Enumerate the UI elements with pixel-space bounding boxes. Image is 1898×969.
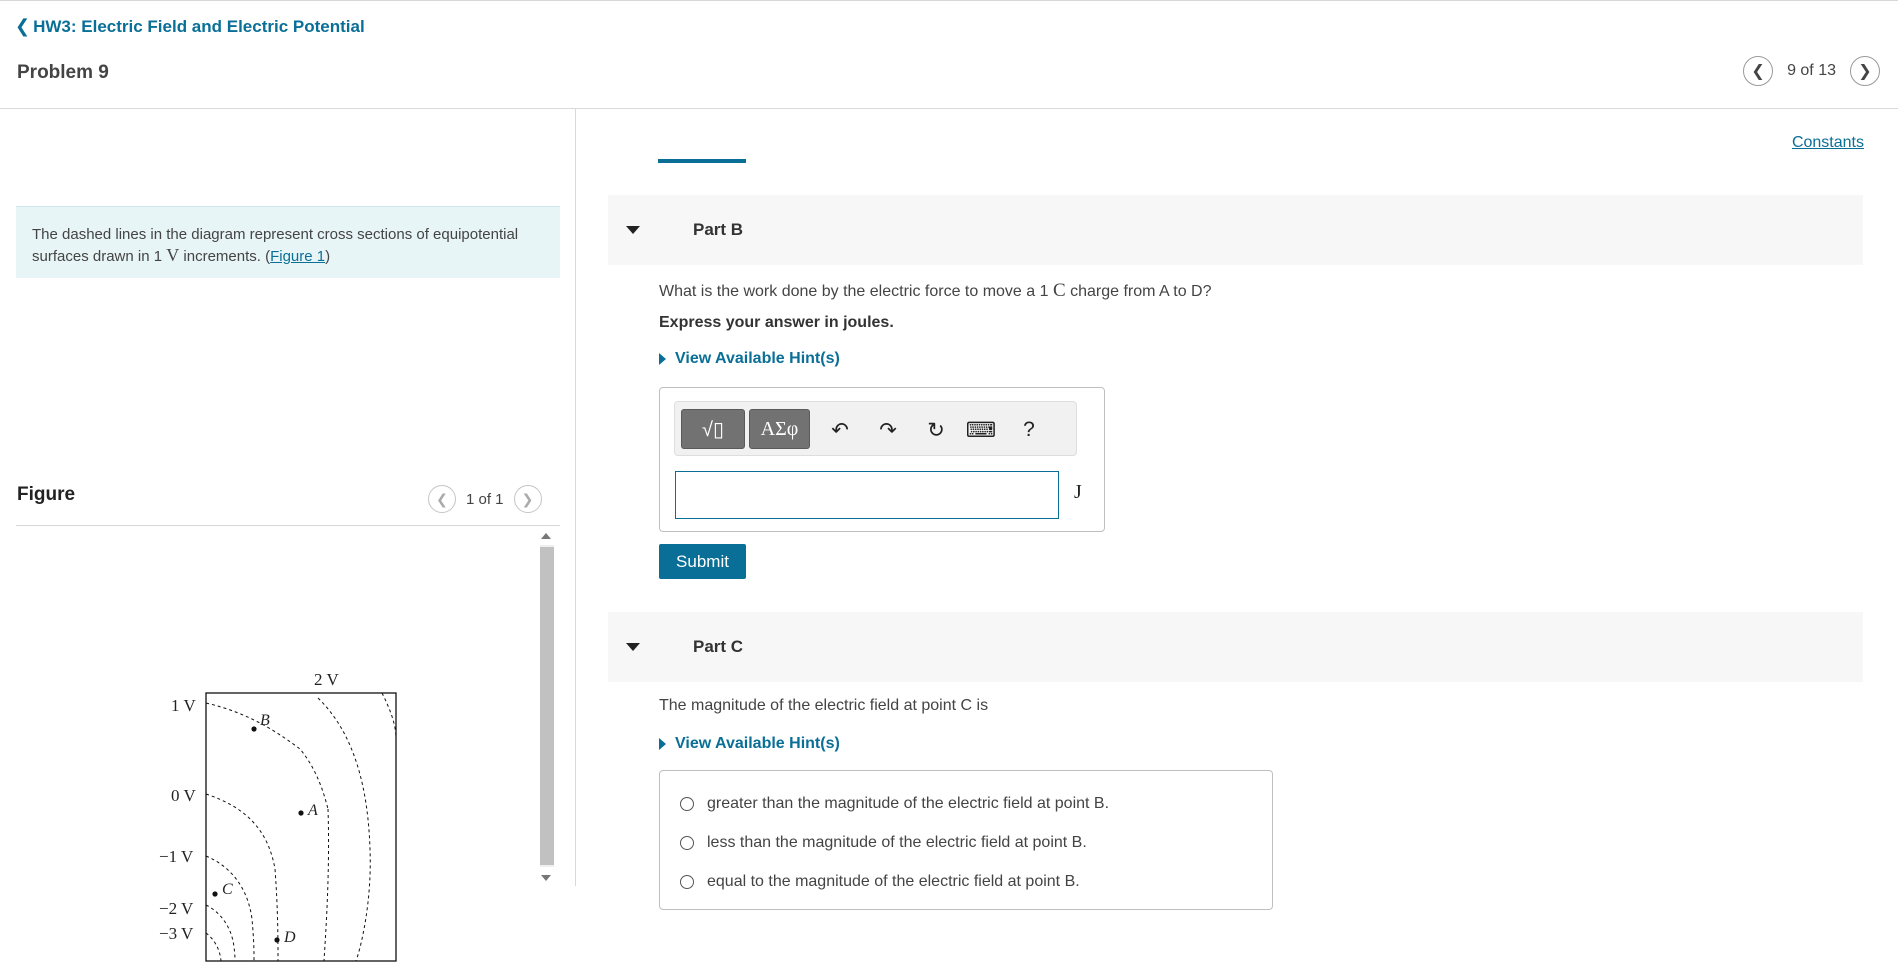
label-0v: 0 V — [171, 786, 196, 805]
point-b — [251, 726, 257, 732]
intro-text-end: increments. ( — [179, 248, 271, 265]
hint-label: View Available Hint(s) — [675, 350, 840, 367]
choice-label: equal to the magnitude of the electric f… — [707, 873, 1080, 890]
chevron-left-icon: ❮ — [436, 490, 448, 507]
previous-problem-button[interactable]: ❮ — [1743, 56, 1774, 86]
figure-divider — [16, 525, 560, 526]
radio-button[interactable] — [680, 797, 694, 811]
redo-icon[interactable]: ↷ — [874, 416, 902, 444]
label-minus2v: −2 V — [159, 899, 194, 918]
square-root-icon: √▯ — [702, 418, 724, 441]
radio-button[interactable] — [680, 836, 694, 850]
chevron-left-icon: ❮ — [1751, 63, 1765, 80]
choice-equal[interactable]: equal to the magnitude of the electric f… — [680, 873, 1080, 891]
templates-button[interactable]: √▯ — [681, 409, 745, 449]
part-progress-indicator — [658, 159, 746, 163]
equipotential-line-0v — [205, 793, 279, 962]
page-header: ❮ HW3: Electric Field and Electric Poten… — [0, 1, 1898, 109]
submit-button[interactable]: Submit — [659, 544, 746, 579]
chevron-left-icon: ❮ — [15, 16, 31, 36]
answer-entry-box: √▯ ΑΣφ ↶ ↷ ↻ ⌨ ? J — [659, 387, 1105, 532]
reset-icon[interactable]: ↻ — [922, 416, 950, 444]
choice-less[interactable]: less than the magnitude of the electric … — [680, 834, 1087, 852]
diagram-frame — [205, 692, 397, 962]
collapse-triangle-icon[interactable] — [626, 643, 640, 651]
figure-scrollbar[interactable] — [538, 529, 556, 885]
previous-figure-button[interactable]: ❮ — [428, 485, 456, 513]
equipotential-line-minus2v — [205, 904, 236, 962]
part-b-header[interactable]: Part B — [608, 195, 1863, 265]
next-problem-button[interactable]: ❯ — [1850, 56, 1880, 86]
equipotential-line-minus3v — [205, 932, 222, 962]
radio-button[interactable] — [680, 875, 694, 889]
keyboard-icon[interactable]: ⌨ — [966, 416, 996, 444]
problem-pager: ❮ 9 of 13 ❯ — [1743, 56, 1880, 86]
figure-link[interactable]: Figure 1 — [270, 248, 325, 265]
equipotential-line-minus1v — [205, 855, 255, 962]
equipotential-line-2v — [317, 697, 371, 962]
choice-label: greater than the magnitude of the electr… — [707, 795, 1110, 812]
label-c: C — [222, 881, 233, 898]
part-c-question: The magnitude of the electric field at p… — [659, 697, 989, 714]
part-c-header[interactable]: Part C — [608, 612, 1863, 682]
part-b-question: What is the work done by the electric fo… — [659, 280, 1212, 302]
problem-intro: The dashed lines in the diagram represen… — [16, 206, 560, 278]
problem-context-pane: The dashed lines in the diagram represen… — [0, 109, 576, 962]
label-b: B — [260, 712, 270, 729]
chevron-right-icon: ❯ — [521, 490, 534, 507]
assignment-title: HW3: Electric Field and Electric Potenti… — [33, 16, 365, 36]
part-b-question-text: What is the work done by the electric fo… — [659, 283, 1053, 300]
part-b-label: Part B — [693, 220, 744, 239]
scroll-down-arrow-icon[interactable] — [541, 875, 551, 881]
choice-label: less than the magnitude of the electric … — [707, 834, 1087, 851]
volt-symbol: V — [166, 245, 180, 265]
equipotential-diagram: 2 V 1 V 0 V −1 V −2 V −3 V B A C D — [159, 670, 397, 962]
point-c — [212, 891, 218, 897]
scroll-thumb[interactable] — [540, 547, 554, 865]
answer-input[interactable] — [675, 471, 1059, 519]
chevron-right-icon: ❯ — [1858, 63, 1872, 80]
label-1v: 1 V — [171, 696, 196, 715]
part-b-question-end: charge from A to D? — [1065, 283, 1212, 300]
undo-icon[interactable]: ↶ — [826, 416, 854, 444]
equipotential-line-1v-lower — [323, 808, 330, 962]
figure-counter: 1 of 1 — [466, 490, 504, 508]
figure-pager: ❮ 1 of 1 ❯ — [428, 485, 542, 513]
part-b-instruction: Express your answer in joules. — [659, 314, 894, 331]
page-title: Problem 9 — [17, 62, 109, 83]
point-a — [298, 810, 304, 816]
expand-triangle-icon — [659, 353, 666, 365]
part-c-choices: greater than the magnitude of the electr… — [659, 770, 1273, 910]
label-2v: 2 V — [314, 670, 339, 689]
constants-link[interactable]: Constants — [1792, 134, 1864, 152]
part-c-label: Part C — [693, 637, 744, 656]
help-button[interactable]: ? — [1015, 416, 1043, 444]
problem-counter: 9 of 13 — [1787, 62, 1836, 79]
collapse-triangle-icon[interactable] — [626, 226, 640, 234]
scroll-up-arrow-icon[interactable] — [541, 533, 551, 539]
figure-heading: Figure — [17, 484, 76, 505]
hint-label: View Available Hint(s) — [675, 735, 840, 752]
label-minus3v: −3 V — [159, 924, 194, 943]
coulomb-symbol: C — [1052, 280, 1066, 301]
part-b-hint-toggle[interactable]: View Available Hint(s) — [659, 350, 840, 368]
label-d: D — [283, 929, 296, 946]
unit-label: J — [1074, 481, 1082, 503]
symbols-button[interactable]: ΑΣφ — [749, 409, 810, 449]
back-to-assignment-link[interactable]: ❮ HW3: Electric Field and Electric Poten… — [15, 16, 365, 37]
point-d — [274, 937, 280, 943]
choice-greater[interactable]: greater than the magnitude of the electr… — [680, 795, 1109, 813]
intro-close: ) — [325, 248, 331, 265]
equipotential-line-corner — [381, 692, 397, 740]
label-minus1v: −1 V — [159, 847, 194, 866]
symbols-label: ΑΣφ — [760, 417, 799, 440]
problem-parts-pane: Constants Part B What is the work done b… — [576, 109, 1898, 910]
label-a: A — [307, 802, 318, 819]
expand-triangle-icon — [659, 738, 666, 750]
math-toolbar: √▯ ΑΣφ ↶ ↷ ↻ ⌨ ? — [674, 401, 1077, 456]
next-figure-button[interactable]: ❯ — [513, 485, 542, 513]
part-c-hint-toggle[interactable]: View Available Hint(s) — [659, 735, 840, 753]
